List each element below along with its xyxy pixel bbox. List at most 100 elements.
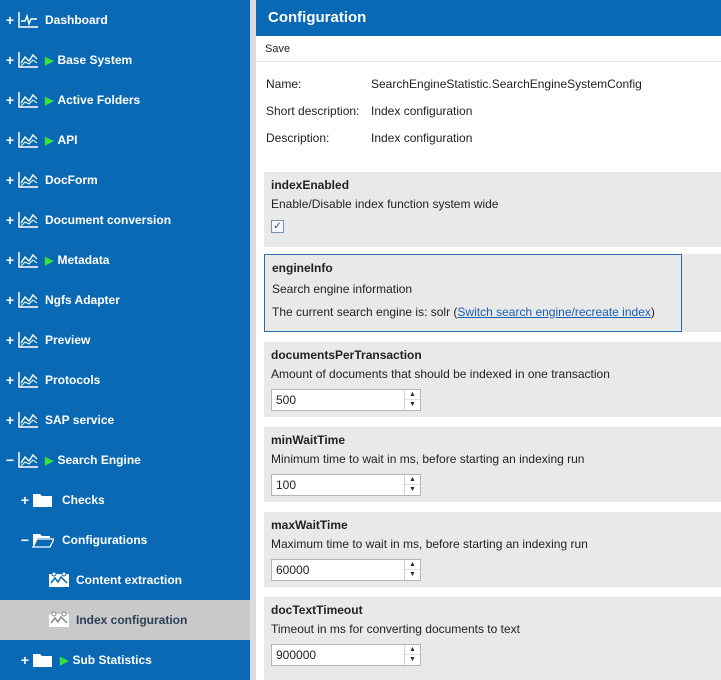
section-title: docTextTimeout: [271, 603, 363, 617]
expand-icon[interactable]: +: [5, 333, 15, 347]
short-description-label: Short description:: [266, 104, 360, 118]
expand-icon[interactable]: +: [5, 93, 15, 107]
section-title: minWaitTime: [271, 433, 346, 447]
line-chart-icon: [18, 132, 38, 148]
config-icon: [49, 611, 69, 627]
sidebar-nav: + Dashboard + ▶ Base System + ▶ Active F…: [0, 0, 250, 680]
expand-icon[interactable]: +: [5, 213, 15, 227]
sidebar-item-label: SAP service: [45, 413, 115, 427]
sidebar-item-index-configuration[interactable]: Index configuration: [0, 600, 250, 640]
line-chart-icon: [18, 332, 38, 348]
sidebar-item-label: Checks: [62, 493, 105, 507]
sidebar-item-label: Metadata: [57, 253, 110, 267]
page-title: Configuration: [256, 0, 721, 36]
line-chart-icon: [18, 452, 38, 468]
expand-icon[interactable]: +: [5, 53, 15, 67]
min-wait-time-stepper[interactable]: ▲▼: [271, 474, 421, 496]
sidebar-item-label: Active Folders: [57, 93, 141, 107]
current-engine-prefix: The current search engine is: solr (: [272, 305, 458, 319]
line-chart-icon: [18, 92, 38, 108]
sidebar-item-document-conversion[interactable]: + Document conversion: [0, 200, 250, 240]
section-documents-per-transaction: documentsPerTransaction Amount of docume…: [264, 342, 721, 417]
sidebar-item-sub-statistics[interactable]: + ▶ Sub Statistics: [0, 640, 250, 680]
sidebar-item-api[interactable]: + ▶ API: [0, 120, 250, 160]
sidebar-item-label: DocForm: [45, 173, 98, 187]
index-enabled-checkbox[interactable]: ✓: [271, 220, 284, 233]
main-panel: Configuration Save Name: SearchEngineSta…: [256, 0, 721, 680]
sidebar-item-label: Ngfs Adapter: [45, 293, 120, 307]
collapse-icon[interactable]: −: [5, 453, 15, 467]
decrement-icon[interactable]: ▼: [405, 655, 420, 665]
sidebar-item-ngfs-adapter[interactable]: + Ngfs Adapter: [0, 280, 250, 320]
expand-icon[interactable]: +: [5, 173, 15, 187]
expand-icon[interactable]: +: [5, 13, 15, 27]
expand-icon[interactable]: +: [20, 493, 30, 507]
section-title: documentsPerTransaction: [271, 348, 422, 362]
section-description: Amount of documents that should be index…: [271, 367, 610, 381]
documents-per-transaction-input[interactable]: [272, 390, 402, 410]
expand-icon[interactable]: +: [20, 653, 30, 667]
expand-icon[interactable]: +: [5, 373, 15, 387]
sidebar-item-active-folders[interactable]: + ▶ Active Folders: [0, 80, 250, 120]
section-description: Maximum time to wait in ms, before start…: [271, 537, 588, 551]
play-arrow-icon: ▶: [45, 94, 54, 107]
play-arrow-icon: ▶: [60, 654, 69, 667]
sidebar-item-label: Content extraction: [76, 573, 183, 587]
folder-icon: [33, 654, 52, 667]
increment-icon[interactable]: ▲: [405, 390, 420, 400]
folder-icon: [33, 494, 52, 507]
line-chart-icon: [18, 172, 38, 188]
section-description: Minimum time to wait in ms, before start…: [271, 452, 585, 466]
toolbar: Save: [256, 36, 721, 62]
min-wait-time-input[interactable]: [272, 475, 402, 495]
decrement-icon[interactable]: ▼: [405, 485, 420, 495]
sidebar-item-base-system[interactable]: + ▶ Base System: [0, 40, 250, 80]
sidebar-item-protocols[interactable]: + Protocols: [0, 360, 250, 400]
dashboard-chart-icon: [18, 12, 38, 28]
documents-per-transaction-stepper[interactable]: ▲▼: [271, 389, 421, 411]
increment-icon[interactable]: ▲: [405, 560, 420, 570]
sidebar-item-content-extraction[interactable]: Content extraction: [0, 560, 250, 600]
section-engine-info: engineInfo Search engine information The…: [264, 254, 682, 332]
section-description: Search engine information: [272, 282, 413, 296]
section-title: indexEnabled: [271, 178, 350, 192]
line-chart-icon: [18, 372, 38, 388]
sidebar-item-checks[interactable]: + Checks: [0, 480, 250, 520]
collapse-icon[interactable]: −: [20, 533, 30, 547]
sidebar-item-configurations[interactable]: − Configurations: [0, 520, 250, 560]
expand-icon[interactable]: +: [5, 253, 15, 267]
sidebar-item-preview[interactable]: + Preview: [0, 320, 250, 360]
line-chart-icon: [18, 412, 38, 428]
max-wait-time-stepper[interactable]: ▲▼: [271, 559, 421, 581]
expand-icon[interactable]: +: [5, 133, 15, 147]
sidebar-item-sap-service[interactable]: + SAP service: [0, 400, 250, 440]
line-chart-icon: [18, 252, 38, 268]
doc-text-timeout-stepper[interactable]: ▲▼: [271, 644, 421, 666]
sidebar-item-label: Search Engine: [57, 453, 141, 467]
description-label: Description:: [266, 131, 330, 145]
decrement-icon[interactable]: ▼: [405, 400, 420, 410]
switch-engine-link[interactable]: Switch search engine/recreate index: [457, 305, 650, 319]
doc-text-timeout-input[interactable]: [272, 645, 402, 665]
play-arrow-icon: ▶: [45, 134, 54, 147]
play-arrow-icon: ▶: [45, 54, 54, 67]
sidebar-item-search-engine[interactable]: − ▶ Search Engine: [0, 440, 250, 480]
section-doc-text-timeout: docTextTimeout Timeout in ms for convert…: [264, 597, 721, 680]
increment-icon[interactable]: ▲: [405, 645, 420, 655]
decrement-icon[interactable]: ▼: [405, 570, 420, 580]
sidebar-item-label: Index configuration: [76, 613, 188, 627]
section-title: maxWaitTime: [271, 518, 348, 532]
save-button[interactable]: Save: [265, 43, 290, 55]
expand-icon[interactable]: +: [5, 413, 15, 427]
sidebar-item-metadata[interactable]: + ▶ Metadata: [0, 240, 250, 280]
max-wait-time-input[interactable]: [272, 560, 402, 580]
play-arrow-icon: ▶: [45, 454, 54, 467]
sidebar-item-label: Sub Statistics: [72, 653, 152, 667]
expand-icon[interactable]: +: [5, 293, 15, 307]
folder-open-icon: [32, 534, 54, 548]
description-value: Index configuration: [371, 131, 473, 145]
sidebar-item-dashboard[interactable]: + Dashboard: [0, 0, 250, 40]
sidebar-item-docform[interactable]: + DocForm: [0, 160, 250, 200]
increment-icon[interactable]: ▲: [405, 475, 420, 485]
sidebar-item-label: Preview: [45, 333, 91, 347]
